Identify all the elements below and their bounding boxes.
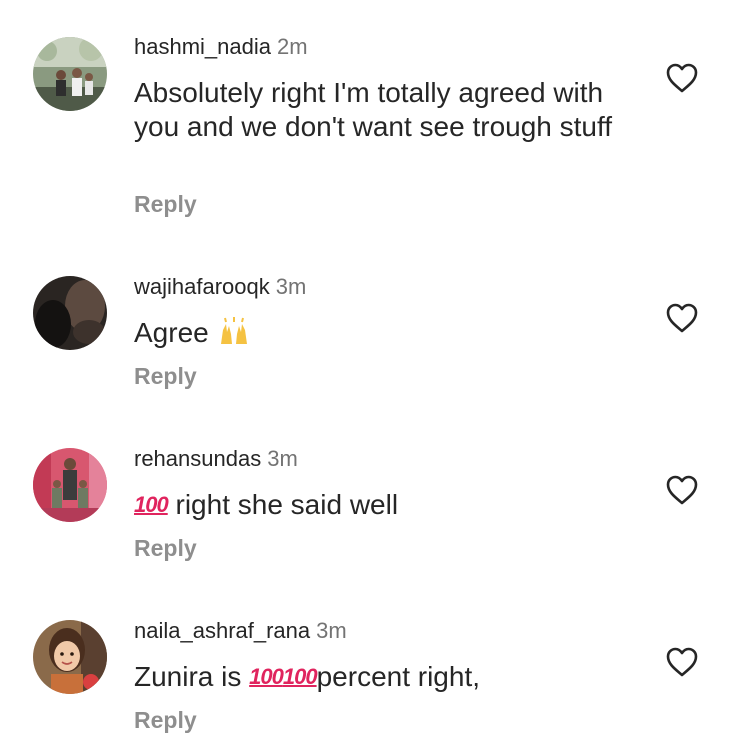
family-photo-avatar — [33, 37, 107, 111]
username[interactable]: rehansundas — [134, 446, 261, 471]
hundred-points-emoji: 100 — [282, 664, 318, 689]
comment-text: Agree — [134, 316, 634, 354]
reply-button[interactable]: Reply — [134, 362, 197, 390]
hundred-points-emoji: 100 — [249, 664, 284, 689]
avatar[interactable] — [33, 37, 107, 111]
heart-outline-icon[interactable] — [665, 302, 699, 334]
avatar[interactable] — [33, 620, 107, 694]
comment-header: hashmi_nadia 2m — [134, 33, 308, 61]
hundred-points-emoji: 100 — [134, 492, 169, 517]
comment-text-part: Agree — [134, 317, 217, 348]
comment-text-part: Zunira is — [134, 661, 250, 692]
comment-header: wajihafarooqk 3m — [134, 273, 306, 301]
reply-button[interactable]: Reply — [134, 190, 197, 218]
username[interactable]: wajihafarooqk — [134, 274, 270, 299]
heart-outline-icon[interactable] — [665, 62, 699, 94]
reply-button[interactable]: Reply — [134, 706, 197, 734]
timestamp: 3m — [275, 274, 307, 299]
heart-outline-icon[interactable] — [665, 474, 699, 506]
comment-text-part: percent right, — [316, 661, 481, 692]
child-photo-avatar — [33, 620, 107, 694]
timestamp: 3m — [267, 446, 298, 471]
comment-text: Zunira is 100100percent right, — [134, 660, 634, 694]
comment-text-part: right she said well — [167, 489, 399, 520]
username[interactable]: hashmi_nadia — [134, 34, 271, 59]
avatar[interactable] — [33, 276, 107, 350]
reply-button[interactable]: Reply — [134, 534, 197, 562]
comment-header: rehansundas 3m — [134, 445, 298, 473]
avatar[interactable] — [33, 448, 107, 522]
comment-text: 100 right she said well — [134, 488, 634, 522]
timestamp: 3m — [316, 618, 347, 643]
timestamp: 2m — [276, 34, 308, 59]
family-pink-background-avatar — [33, 448, 107, 522]
comment-text: Absolutely right I'm totally agreed with… — [134, 77, 613, 142]
dark-profile-avatar — [33, 276, 107, 350]
heart-outline-icon[interactable] — [665, 646, 699, 678]
raising-hands-emoji — [217, 316, 251, 354]
comment-header: naila_ashraf_rana 3m — [134, 617, 347, 645]
username[interactable]: naila_ashraf_rana — [134, 618, 310, 643]
